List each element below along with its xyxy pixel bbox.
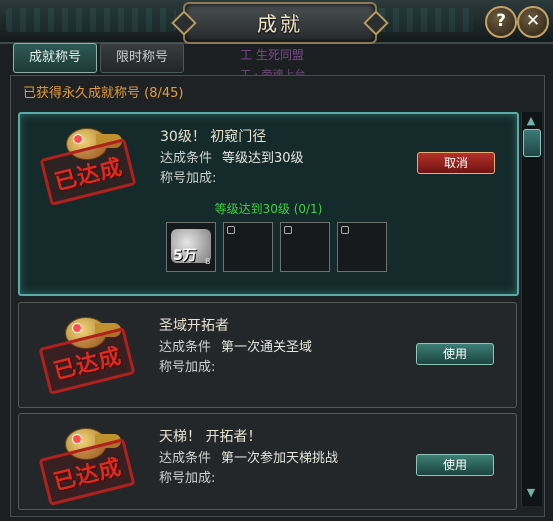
stamp-box: 已达成 bbox=[38, 327, 136, 395]
bonus-label: 称号加成: bbox=[159, 360, 216, 375]
background-text-1: 工 生死同盟 bbox=[240, 48, 304, 62]
window-title: 成就 bbox=[257, 12, 303, 36]
card-title: 30级！ 初窥门径 bbox=[160, 129, 267, 145]
stamp-box: 已达成 bbox=[39, 138, 137, 206]
close-icon[interactable]: ✕ bbox=[517, 6, 549, 38]
condition-label: 达成条件 bbox=[160, 151, 213, 166]
stamp-text: 已达成 bbox=[51, 454, 125, 496]
progress-text: 等级达到30级 (0/1) bbox=[214, 202, 323, 216]
scrollbar-thumb[interactable] bbox=[523, 129, 541, 157]
scrollbar-track[interactable] bbox=[521, 112, 542, 506]
reward-amount: 5万 bbox=[173, 248, 197, 264]
lock-icon bbox=[227, 226, 235, 234]
bonus-label: 称号加成: bbox=[160, 171, 217, 186]
condition-value: 等级达到30级 bbox=[222, 151, 304, 166]
card-title: 天梯！ 开拓者！ bbox=[159, 429, 262, 445]
condition-value: 第一次通关圣域 bbox=[221, 340, 313, 355]
lock-icon bbox=[341, 226, 349, 234]
use-title-button[interactable]: 使用 bbox=[416, 343, 494, 365]
use-title-button[interactable]: 使用 bbox=[416, 454, 494, 476]
bonus-label: 称号加成: bbox=[159, 471, 216, 486]
card-title: 圣域开拓者 bbox=[159, 318, 229, 334]
reward-slot[interactable] bbox=[280, 222, 330, 272]
achievement-card[interactable]: 已达成 圣域开拓者 达成条件 第一次通关圣域 称号加成: 使用 bbox=[18, 302, 517, 408]
gem-icon bbox=[72, 434, 82, 444]
achieved-stamp: 已达成 bbox=[37, 313, 137, 395]
gem-icon bbox=[72, 323, 82, 333]
tab-achievement-titles[interactable]: 成就称号 bbox=[13, 43, 97, 73]
stamp-box: 已达成 bbox=[38, 438, 136, 506]
gem-icon bbox=[73, 134, 83, 144]
condition-label: 达成条件 bbox=[159, 340, 212, 355]
title-plate: 成就 bbox=[171, 2, 389, 44]
reward-slot[interactable] bbox=[223, 222, 273, 272]
title-bar: 成就 ? ✕ bbox=[0, 0, 553, 44]
header-ornament-left bbox=[6, 8, 176, 32]
condition-label: 达成条件 bbox=[159, 451, 212, 466]
achievement-window: 成就 ? ✕ 成就称号 限时称号 工 生死同盟 工 · 帝魂上台 已获得永久成就… bbox=[0, 0, 553, 521]
reward-suffix: B bbox=[205, 257, 211, 266]
achievement-card[interactable]: 已达成 30级！ 初窥门径 达成条件 等级达到30级 称号加成: 取消 等级达到… bbox=[18, 112, 519, 296]
stamp-text: 已达成 bbox=[52, 154, 126, 196]
achievement-card[interactable]: 已达成 天梯！ 开拓者！ 达成条件 第一次参加天梯挑战 称号加成: 使用 bbox=[18, 413, 517, 510]
panel-heading: 已获得永久成就称号 (8/45) bbox=[23, 86, 184, 101]
achieved-stamp: 已达成 bbox=[37, 424, 137, 506]
tab-limited-titles[interactable]: 限时称号 bbox=[100, 43, 184, 73]
condition-value: 第一次参加天梯挑战 bbox=[221, 451, 339, 466]
reward-slot[interactable]: 5万 B bbox=[166, 222, 216, 272]
cancel-title-button[interactable]: 取消 bbox=[417, 152, 495, 174]
reward-slot[interactable] bbox=[337, 222, 387, 272]
scroll-down-icon[interactable]: ▼ bbox=[524, 487, 538, 498]
achieved-stamp: 已达成 bbox=[38, 124, 138, 206]
help-icon[interactable]: ? bbox=[485, 6, 517, 38]
lock-icon bbox=[284, 226, 292, 234]
scroll-up-icon[interactable]: ▲ bbox=[524, 115, 538, 126]
stamp-text: 已达成 bbox=[51, 343, 125, 385]
